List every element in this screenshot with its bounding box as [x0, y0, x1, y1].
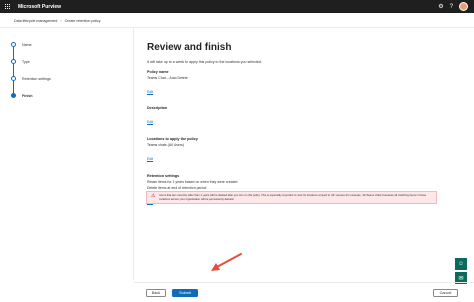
section-heading: Retention settings [147, 174, 180, 178]
warning-icon: ⚠ [151, 193, 156, 199]
section-value: Delete items at end of retention period [147, 185, 207, 190]
step-retention-settings[interactable]: Retention settings [11, 74, 121, 93]
edit-locations-link[interactable]: Edit [147, 157, 153, 161]
section-value: Teams chats (All Users) [147, 142, 184, 147]
breadcrumb-item-create: Create retention policy [64, 19, 101, 23]
help-icon[interactable]: ? [450, 4, 453, 10]
section-locations: Locations to apply the policy Teams chat… [147, 137, 447, 165]
section-description: Description Edit [147, 106, 447, 128]
review-panel: Review and finish It will take up to a w… [147, 42, 447, 208]
step-check-icon [11, 59, 16, 64]
step-type[interactable]: Type [11, 57, 121, 76]
annotation-arrow [211, 253, 242, 271]
gear-icon[interactable]: ⚙ [438, 4, 443, 10]
top-icons: ⚙ ? [438, 0, 468, 13]
feedback-button[interactable]: ☺ [455, 258, 467, 270]
step-name[interactable]: Name [11, 40, 121, 59]
step-check-icon [11, 42, 16, 47]
breadcrumb-item-dlm[interactable]: Data lifecycle management [14, 19, 57, 23]
step-label: Type [22, 59, 30, 64]
section-heading: Locations to apply the policy [147, 137, 198, 141]
app-title[interactable]: Microsoft Purview [18, 4, 61, 10]
section-value: Teams Chat – Auto Delete [147, 75, 188, 80]
step-connector [13, 81, 14, 93]
step-connector [13, 47, 14, 59]
step-connector [13, 64, 14, 76]
back-button[interactable]: Back [146, 289, 166, 297]
intro-text: It will take up to a week to apply this … [147, 60, 262, 64]
waffle-icon[interactable] [5, 3, 11, 10]
step-label: Retention settings [22, 76, 51, 81]
footer-divider [134, 282, 474, 283]
section-value: Retain items for 1 years based on when t… [147, 179, 238, 184]
step-check-icon [11, 76, 16, 81]
step-current-icon [11, 93, 16, 98]
wizard-stepper: Name Type Retention settings Finish [11, 40, 121, 108]
edit-policy-name-link[interactable]: Edit [147, 90, 153, 94]
breadcrumb: Data lifecycle management › Create reten… [14, 19, 101, 23]
edit-description-link[interactable]: Edit [147, 120, 153, 124]
step-label: Finish [22, 93, 33, 98]
chevron-right-icon: › [60, 19, 62, 23]
avatar[interactable] [459, 2, 468, 11]
warning-banner: ⚠ Items that are currently older than 1 … [146, 191, 437, 204]
header-divider [0, 27, 474, 28]
cancel-button[interactable]: Cancel [433, 289, 458, 297]
chat-icon: ✉ [458, 275, 464, 282]
warning-text: Items that are currently older than 1 ye… [159, 194, 427, 201]
step-label: Name [22, 42, 32, 47]
top-bar: Microsoft Purview ⚙ ? [0, 0, 474, 13]
step-finish[interactable]: Finish [11, 91, 121, 108]
feedback-icon: ☺ [457, 261, 465, 267]
submit-button[interactable]: Submit [172, 289, 198, 297]
section-heading: Policy name [147, 70, 169, 74]
sidebar-divider [133, 28, 134, 280]
section-policy-name: Policy name Teams Chat – Auto Delete Edi… [147, 70, 447, 98]
section-heading: Description [147, 106, 168, 110]
page-title: Review and finish [147, 42, 232, 53]
